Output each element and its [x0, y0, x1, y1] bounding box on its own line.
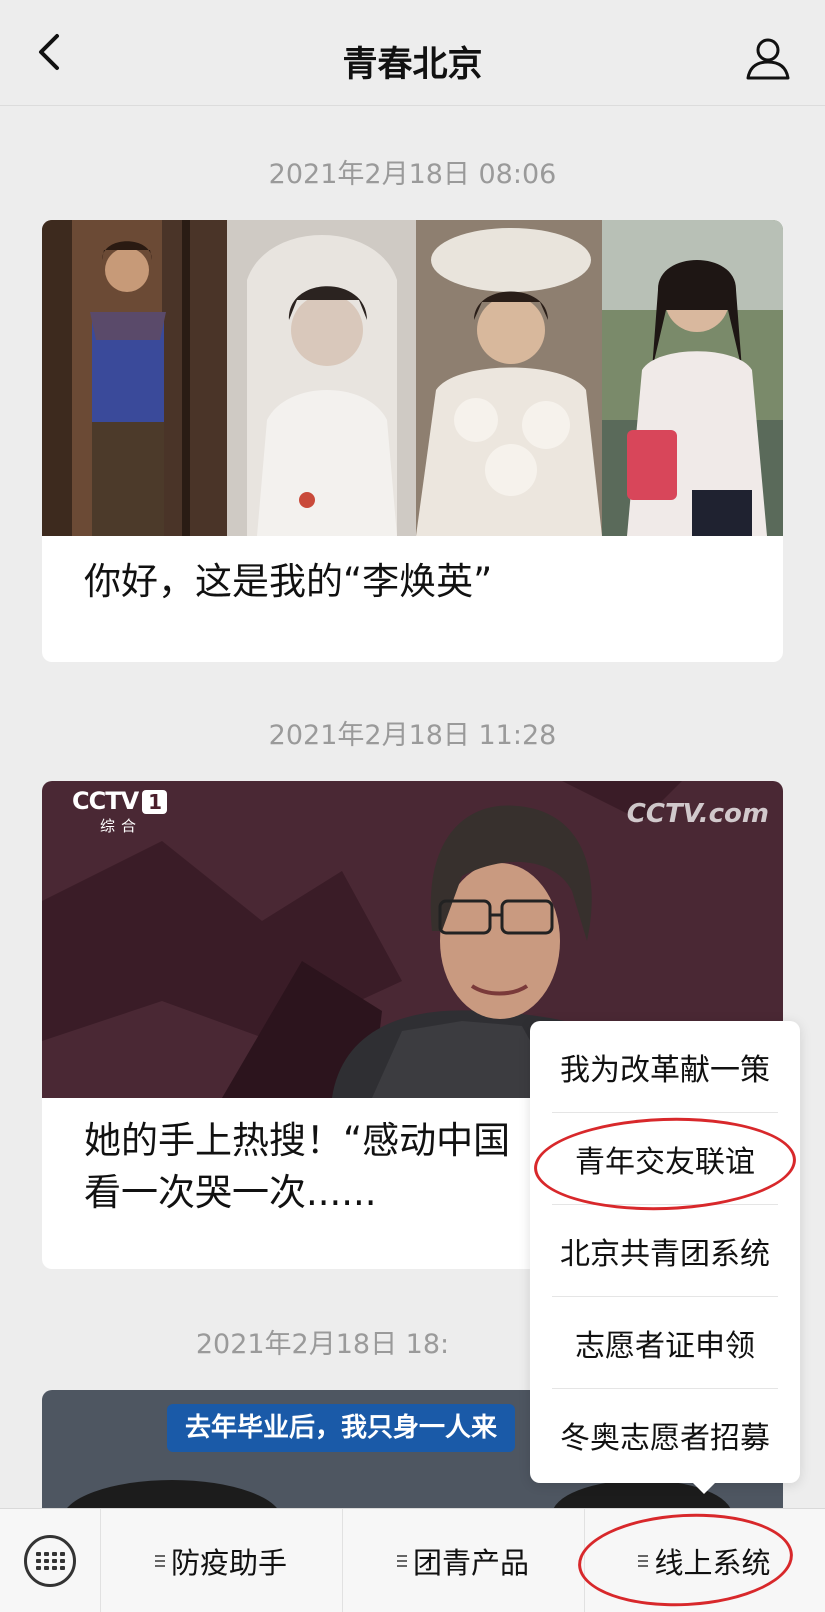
submenu-item-reform-suggestion[interactable]: 我为改革献一策 [552, 1021, 778, 1112]
profile-button[interactable] [745, 36, 791, 82]
cover-photo [602, 220, 783, 536]
menu-tab-youth-products[interactable]: 团青产品 [342, 1509, 584, 1612]
submenu-item-volunteer-certificate[interactable]: 志愿者证申领 [552, 1297, 778, 1388]
menu-tab-epidemic-assistant[interactable]: 防疫助手 [100, 1509, 342, 1612]
cover-photo [416, 220, 602, 536]
article-cover-image [42, 220, 783, 536]
cctv1-logo: CCTV 1 综合 [72, 787, 168, 836]
message-timestamp: 2021年2月18日 08:06 [268, 159, 557, 190]
cover-banner-text: 去年毕业后，我只身一人来 [167, 1404, 516, 1452]
article-title-line: 她的手上热搜！“感动中国 [84, 1119, 511, 1162]
popup-pointer [690, 1480, 718, 1494]
cover-photo [227, 220, 416, 536]
menu-tab-label: 团青产品 [412, 1546, 529, 1580]
page-title: 青春北京 [342, 45, 483, 85]
submenu-item-winter-olympics-volunteer[interactable]: 冬奥志愿者招募 [552, 1389, 778, 1480]
submenu-item-youth-league-system[interactable]: 北京共青团系统 [552, 1205, 778, 1296]
submenu-popup: 我为改革献一策 青年交友联谊 北京共青团系统 志愿者证申领 冬奥志愿者招募 [530, 1021, 800, 1483]
article-title: 你好，这是我的“李焕英” [84, 560, 493, 603]
article-card[interactable]: 你好，这是我的“李焕英” [42, 220, 783, 662]
article-title: 她的手上热搜！“感动中国 看一次哭一次...... [84, 1115, 510, 1219]
keyboard-toggle-button[interactable] [24, 1535, 76, 1587]
message-timestamp: 2021年2月18日 11:28 [268, 720, 557, 751]
keyboard-icon [35, 1552, 65, 1570]
menu-tab-label: 防疫助手 [170, 1546, 287, 1580]
cover-photo [42, 220, 227, 536]
submenu-lines-icon [396, 1552, 407, 1570]
top-nav-bar: 青春北京 [0, 0, 825, 106]
user-icon [746, 38, 790, 80]
submenu-lines-icon [154, 1552, 165, 1570]
cctv-com-logo: CCTV.com [626, 799, 769, 829]
article-title-line: 看一次哭一次...... [84, 1171, 377, 1214]
